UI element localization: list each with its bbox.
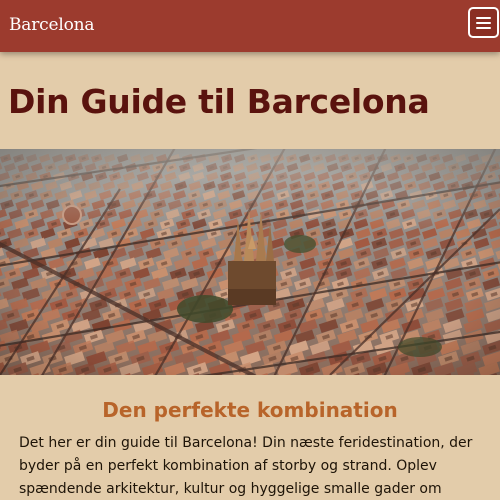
brand-link[interactable]: Barcelona (9, 15, 94, 35)
menu-bar (476, 16, 491, 19)
page-title: Din Guide til Barcelona (8, 82, 430, 121)
intro-paragraph: Det her er din guide til Barcelona! Din … (19, 435, 473, 497)
section-heading: Den perfekte kombination (102, 398, 398, 422)
menu-bar (476, 26, 491, 29)
top-navbar: Barcelona (0, 0, 500, 52)
aerial-city-photo (0, 149, 500, 375)
menu-bar (476, 21, 491, 24)
hamburger-menu-icon[interactable] (468, 7, 499, 38)
